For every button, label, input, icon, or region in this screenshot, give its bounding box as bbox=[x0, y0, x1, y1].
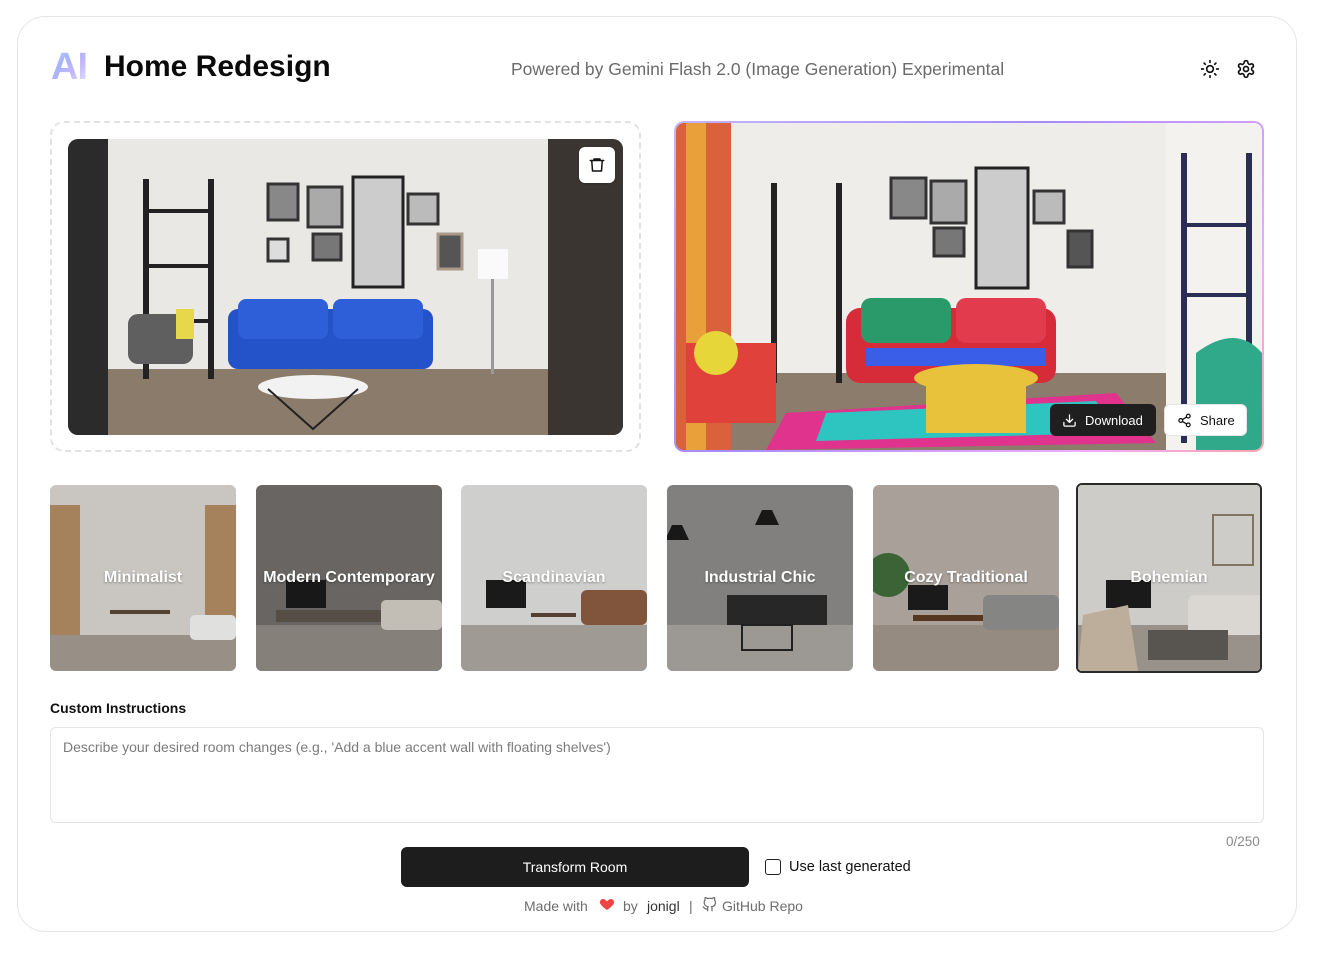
generated-room-image bbox=[676, 123, 1262, 450]
generated-image-frame bbox=[674, 121, 1264, 452]
heart-icon bbox=[599, 896, 615, 916]
logo-ai-mark: AI bbox=[51, 46, 88, 88]
original-room-image bbox=[68, 139, 623, 435]
sun-icon[interactable] bbox=[1198, 57, 1222, 81]
delete-image-button[interactable] bbox=[579, 147, 615, 183]
download-label: Download bbox=[1085, 412, 1143, 428]
custom-instructions-input[interactable] bbox=[50, 727, 1264, 823]
style-tile-bohemian[interactable]: Bohemian bbox=[1076, 483, 1262, 673]
footer-separator: | bbox=[689, 898, 693, 914]
character-counter: 0/250 bbox=[1226, 834, 1260, 849]
app-title: Home Redesign bbox=[104, 50, 331, 83]
transform-room-button[interactable]: Transform Room bbox=[401, 847, 749, 887]
custom-instructions-label: Custom Instructions bbox=[50, 700, 187, 716]
style-tile-cozy-traditional[interactable]: Cozy Traditional bbox=[873, 485, 1059, 671]
footer-author-link[interactable]: jonigl bbox=[647, 897, 680, 915]
gear-icon[interactable] bbox=[1234, 57, 1258, 81]
footer-made-with: Made with bbox=[524, 898, 588, 914]
footer-by: by bbox=[623, 898, 638, 914]
style-label: Modern Contemporary bbox=[263, 569, 435, 586]
style-label: Bohemian bbox=[1130, 569, 1208, 586]
github-icon bbox=[702, 896, 717, 916]
share-button[interactable]: Share bbox=[1164, 404, 1247, 436]
download-button[interactable]: Download bbox=[1050, 404, 1156, 436]
share-icon bbox=[1178, 413, 1191, 427]
style-tile-modern-contemporary[interactable]: Modern Contemporary bbox=[256, 485, 442, 671]
share-label: Share bbox=[1200, 412, 1235, 428]
use-last-generated-checkbox[interactable] bbox=[765, 859, 781, 875]
download-icon bbox=[1063, 413, 1076, 427]
app-subtitle: Powered by Gemini Flash 2.0 (Image Gener… bbox=[511, 59, 1005, 79]
transform-room-label: Transform Room bbox=[522, 859, 628, 875]
style-label: Industrial Chic bbox=[704, 569, 816, 586]
style-tile-scandinavian[interactable]: Scandinavian bbox=[461, 485, 647, 671]
style-label: Scandinavian bbox=[502, 569, 606, 586]
style-label: Cozy Traditional bbox=[904, 569, 1028, 586]
style-label: Minimalist bbox=[103, 569, 183, 586]
use-last-generated-label[interactable]: Use last generated bbox=[789, 859, 911, 875]
style-tile-industrial-chic[interactable]: Industrial Chic bbox=[667, 485, 853, 671]
style-tile-minimalist[interactable]: Minimalist bbox=[50, 485, 236, 671]
trash-icon bbox=[589, 158, 605, 172]
github-repo-link[interactable]: GitHub Repo bbox=[722, 897, 803, 915]
